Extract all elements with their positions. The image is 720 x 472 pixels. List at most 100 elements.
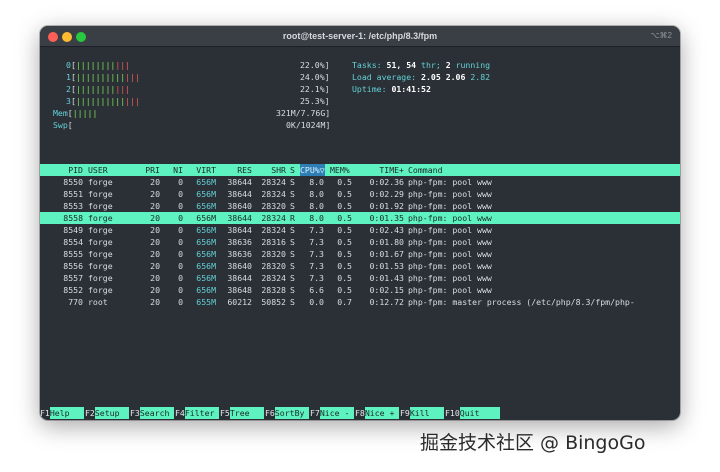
cell-virt: 656M [196, 261, 216, 271]
cpu-meter-label: 0 [66, 60, 71, 70]
cell-time: 0:01.80 [369, 237, 404, 247]
load-1min: 2.05 [421, 72, 441, 82]
process-row[interactable]: 8553 forge 20 0 656M 38640 28320 S 8.0 0.5 0:01.92… [40, 200, 680, 212]
process-row[interactable]: 8552 forge 20 0 656M 38648 28328 S 6.6 0.5 0:02.15… [40, 284, 680, 296]
cell-time: 0:02.43 [369, 225, 404, 235]
cell-virt: 656M [196, 201, 216, 211]
threads-label: thr; [421, 60, 441, 70]
cell-ni: 0 [178, 225, 183, 235]
column-header-res[interactable]: RES [220, 164, 252, 176]
column-header-time[interactable]: TIME+ [360, 164, 404, 176]
function-key-f9[interactable]: F9Kill [400, 407, 444, 419]
column-header-ni[interactable]: NI [162, 164, 183, 176]
function-key-f1[interactable]: F1Help [40, 407, 84, 419]
cell-mem: 0.5 [337, 261, 352, 271]
process-table-header[interactable]: PID USER PRI NI VIRT RES SHR S CPU%▽ MEM… [40, 164, 680, 176]
cell-virt: 655M [196, 297, 216, 307]
cell-res: 38644 [227, 213, 252, 223]
column-header-pri[interactable]: PRI [130, 164, 160, 176]
cpu-meter-bar-user: |||||||| [75, 60, 116, 70]
function-key-code: F2 [85, 408, 95, 418]
cell-virt: 656M [196, 177, 216, 187]
process-row[interactable]: 8557 forge 20 0 656M 38644 28324 S 7.3 0.5 0:01.43… [40, 272, 680, 284]
cell-user: forge [88, 189, 113, 199]
cell-shr: 28324 [261, 213, 286, 223]
process-row[interactable]: 8551 forge 20 0 656M 38644 28324 S 8.0 0.5 0:02.29… [40, 188, 680, 200]
process-row[interactable]: 8555 forge 20 0 656M 38636 28320 S 7.3 0.5 0:01.67… [40, 248, 680, 260]
cell-res: 38644 [227, 177, 252, 187]
process-row[interactable]: 8554 forge 20 0 656M 38636 28316 S 7.3 0.5 0:01.80… [40, 236, 680, 248]
function-key-bar: F1Help F2Setup F3Search F4Filter F5Tree F6Sor… [40, 407, 680, 419]
column-header-shr[interactable]: SHR [254, 164, 286, 176]
cpu-meter-2-value: 22.1%] [300, 84, 330, 94]
cell-virt: 656M [196, 189, 216, 199]
uptime: Uptime: 01:41:52 [352, 83, 431, 95]
tasks-count: 51, [386, 60, 402, 70]
function-key-label: Kill [409, 407, 444, 419]
swp-meter-label: Swp [53, 120, 68, 130]
cell-res: 38644 [227, 273, 252, 283]
function-key-code: F7 [310, 408, 320, 418]
process-row[interactable]: 8558 forge 20 0 656M 38644 28324 R 8.0 0.5 0:01.35… [40, 212, 680, 224]
process-row[interactable]: 8550 forge 20 0 656M 38644 28324 S 8.0 0.5 0:02.36… [40, 176, 680, 188]
cell-time: 0:01.43 [369, 273, 404, 283]
process-row[interactable]: 770 root 20 0 655M 60212 50852 S 0.0 0.7 0:12.72 ph… [40, 296, 680, 308]
column-header-state[interactable]: S [290, 164, 295, 176]
cell-cpu: 8.0 [309, 189, 324, 199]
column-header-cpu[interactable]: CPU%▽ [300, 164, 325, 176]
cell-state: S [290, 201, 295, 211]
function-key-f3[interactable]: F3Search [130, 407, 174, 419]
mem-meter-bar: ||||| [72, 108, 98, 118]
mem-meter-value: 321M/7.76G] [276, 108, 331, 118]
function-key-f8[interactable]: F8Nice + [355, 407, 399, 419]
cell-command: php-fpm: pool www [408, 261, 492, 271]
cpu-meter-0-value: 22.0%] [300, 60, 330, 70]
title-bar: root@test-server-1: /etc/php/8.3/fpm ⌥⌘2 [40, 26, 680, 47]
function-key-f5[interactable]: F5Tree [220, 407, 264, 419]
function-key-f7[interactable]: F7Nice - [310, 407, 354, 419]
function-key-label: Help [49, 407, 84, 419]
cell-user: forge [88, 237, 113, 247]
cell-state: S [290, 273, 295, 283]
cell-ni: 0 [178, 237, 183, 247]
cell-time: 0:01.67 [369, 249, 404, 259]
function-key-f6[interactable]: F6SortBy [265, 407, 309, 419]
cell-pid: 8550 [63, 177, 83, 187]
column-header-virt[interactable]: VIRT [188, 164, 216, 176]
cell-pid: 8556 [63, 261, 83, 271]
function-key-f10[interactable]: F10Quit [445, 407, 500, 419]
cell-res: 38644 [227, 225, 252, 235]
cell-mem: 0.5 [337, 189, 352, 199]
cell-mem: 0.5 [337, 285, 352, 295]
column-header-pid[interactable]: PID [40, 164, 83, 176]
cell-command: php-fpm: pool www [408, 225, 492, 235]
cell-time: 0:12.72 [369, 297, 404, 307]
cell-cpu: 7.3 [309, 261, 324, 271]
cell-res: 38648 [227, 285, 252, 295]
cell-state: S [290, 261, 295, 271]
function-key-label: Setup [94, 407, 129, 419]
process-row[interactable]: 8556 forge 20 0 656M 38640 28320 S 7.3 0.5 0:01.53… [40, 260, 680, 272]
cpu-meter-0: 0[||||||||||| [66, 60, 131, 70]
function-key-f4[interactable]: F4Filter [175, 407, 219, 419]
cell-cpu: 0.0 [309, 297, 324, 307]
column-header-user[interactable]: USER [88, 164, 108, 176]
cell-mem: 0.5 [337, 201, 352, 211]
cell-cpu: 7.3 [309, 273, 324, 283]
function-key-f2[interactable]: F2Setup [85, 407, 129, 419]
cpu-meter-percent: 22.0% [300, 60, 325, 70]
function-key-label: Tree [229, 407, 264, 419]
cell-pri: 20 [150, 273, 160, 283]
cell-cpu: 7.3 [309, 225, 324, 235]
process-row[interactable]: 8549 forge 20 0 656M 38644 28324 S 7.3 0.5 0:02.43… [40, 224, 680, 236]
running-count: 2 [445, 60, 451, 70]
cell-command: php-fpm: pool www [408, 189, 492, 199]
cell-virt: 656M [196, 237, 216, 247]
cell-time: 0:01.92 [369, 201, 404, 211]
column-header-command[interactable]: Command [408, 164, 443, 176]
function-key-label: Search [139, 407, 174, 419]
cell-shr: 28324 [261, 225, 286, 235]
column-header-mem[interactable]: MEM% [330, 164, 350, 176]
cpu-meter-label: 2 [66, 84, 71, 94]
cell-command: php-fpm: master process (/etc/php/8.3/fp… [408, 297, 635, 307]
